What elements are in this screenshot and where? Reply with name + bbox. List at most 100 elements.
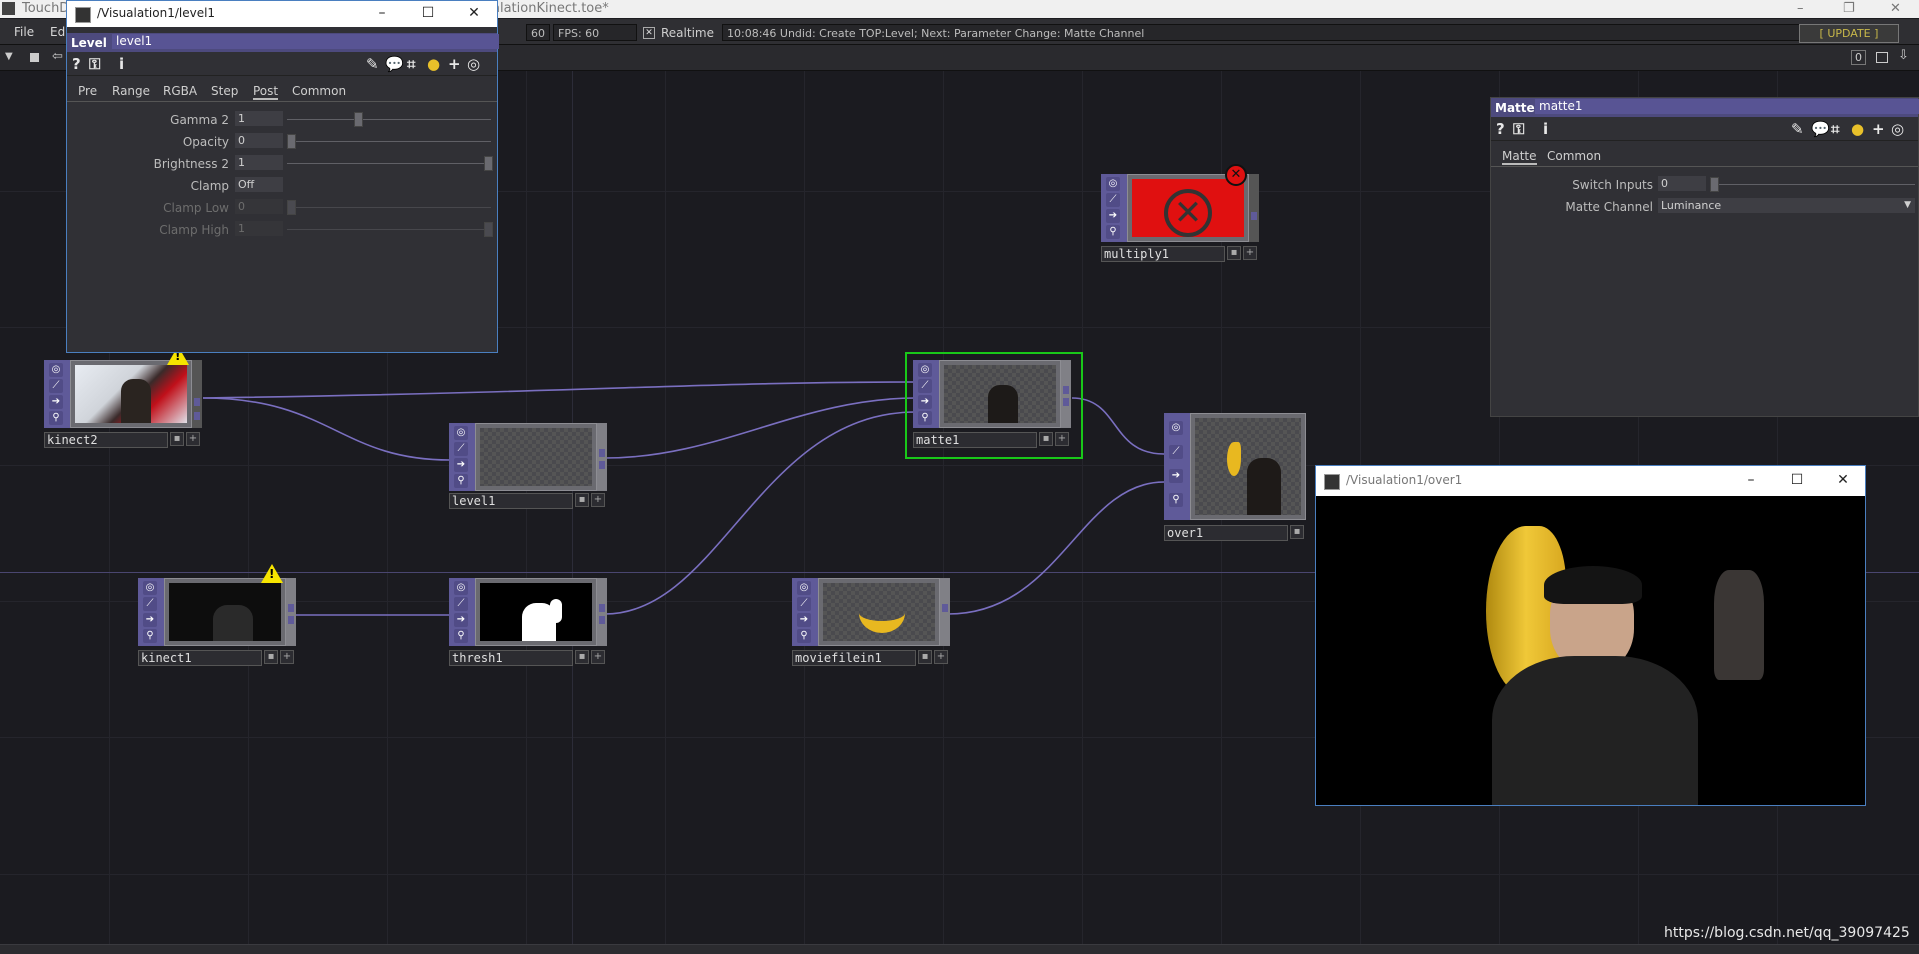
param-gamma2-field[interactable]: 1 [235,111,283,126]
viewer-toggle-icon[interactable]: ▪ [918,650,932,664]
comment-icon[interactable]: 💬 [1811,120,1830,138]
error-icon[interactable]: ✕ [1225,164,1247,186]
help-icon[interactable]: ? [72,55,81,73]
viewer-window[interactable]: /Visualation1/over1 – ☐ ✕ [1315,465,1866,806]
over1-thumbnail [1195,418,1301,515]
viewer-titlebar[interactable]: /Visualation1/over1 – ☐ ✕ [1316,466,1865,496]
matte-channel-value: Luminance [1661,199,1722,212]
python-help-icon[interactable]: ⚿ [1513,120,1524,138]
python-help-icon[interactable]: ⚿ [89,55,100,73]
add-icon[interactable]: + [1243,246,1257,260]
tab-pre[interactable]: Pre [78,84,97,98]
node-label-kinect2[interactable]: kinect2 [44,432,168,448]
kinect1-thumbnail [169,583,281,641]
clamplow-slider[interactable] [287,200,296,215]
param-icons: ? ⚿ i ✎ 💬 ⌗ ● + ◎ [67,53,497,76]
kinect2-thumbnail [75,365,187,423]
tab-post[interactable]: Post [253,84,279,100]
viewer-toggle-icon[interactable]: ▪ [170,432,184,446]
opacity-slider[interactable] [287,134,296,149]
gamma2-slider[interactable] [354,112,363,127]
thresh1-thumbnail [480,583,592,641]
node-label-moviefilein1[interactable]: moviefilein1 [792,650,916,666]
minimize-icon[interactable]: – [1736,470,1766,490]
param-label-matte-channel: Matte Channel [1565,200,1653,214]
comment-icon[interactable]: 💬 [385,55,404,73]
viewer-toggle-icon[interactable]: ▪ [1227,246,1241,260]
param-label-opacity: Opacity [182,135,229,149]
param-clamphigh-field[interactable]: 1 [235,221,283,236]
chevron-down-icon: ▼ [1904,200,1911,210]
op-name-field[interactable]: level1 [112,34,499,49]
close-icon[interactable]: ✕ [459,3,489,23]
matte1-thumbnail [944,365,1056,423]
param-matte-channel-select[interactable]: Luminance ▼ [1658,198,1915,213]
tab-range[interactable]: Range [112,84,150,98]
moviefilein1-thumbnail [823,583,935,641]
multiply1-thumbnail: ✕ [1132,179,1244,237]
param-label-switch-inputs: Switch Inputs [1572,178,1653,192]
add-icon[interactable]: + [186,432,200,446]
add-icon[interactable]: + [591,493,605,507]
add-icon[interactable]: + [1872,120,1885,138]
node-label-level1[interactable]: level1 [449,493,573,509]
info-icon[interactable]: i [119,55,124,73]
viewer-toggle-icon[interactable]: ▪ [1290,525,1304,539]
tab-common[interactable]: Common [1547,149,1601,163]
node-label-matte1[interactable]: matte1 [913,432,1037,448]
help-icon[interactable]: ? [1496,120,1505,138]
info-icon[interactable]: i [1543,120,1548,138]
brightness2-slider[interactable] [484,156,493,171]
param-clamplow-field[interactable]: 0 [235,199,283,214]
param-label-brightness2: Brightness 2 [153,157,229,171]
person-body [1492,656,1698,805]
tab-rgba[interactable]: RGBA [163,84,197,98]
tab-matte[interactable]: Matte [1502,149,1537,165]
maximize-icon[interactable]: ☐ [413,3,443,23]
node-label-multiply1[interactable]: multiply1 [1101,246,1225,262]
minimize-icon[interactable]: – [367,3,397,23]
watermark: https://blog.csdn.net/qq_39097425 [1664,925,1910,941]
maximize-icon[interactable]: ☐ [1782,470,1812,490]
param-clamp-toggle[interactable]: Off [235,177,283,192]
warning-icon[interactable]: ! [261,564,283,583]
edit-icon[interactable]: ✎ [366,55,379,73]
param-label-gamma2: Gamma 2 [170,113,229,127]
paint-icon[interactable]: ⌗ [1831,120,1839,138]
param-brightness2-field[interactable]: 1 [235,155,283,170]
level-parameter-dialog[interactable]: /Visualation1/level1 – ☐ ✕ Level level1 … [66,0,499,353]
dialog-title: /Visualation1/level1 [97,6,216,20]
param-switch-inputs-field[interactable]: 0 [1658,176,1706,191]
viewer-toggle-icon[interactable]: ▪ [575,493,589,507]
add-icon[interactable]: + [448,55,461,73]
add-icon[interactable]: + [591,650,605,664]
matte-parameter-panel[interactable]: Matte matte1 ? ⚿ i ✎ 💬 ⌗ ● + ◎ Matte Com… [1490,97,1919,417]
clamphigh-slider[interactable] [484,222,493,237]
switch-inputs-slider[interactable] [1710,177,1719,192]
param-label-clamplow: Clamp Low [163,201,229,215]
viewer-title: /Visualation1/over1 [1346,473,1463,487]
target-icon[interactable]: ◎ [1891,120,1904,138]
add-icon[interactable]: + [1055,432,1069,446]
viewer-toggle-icon[interactable]: ▪ [575,650,589,664]
node-label-kinect1[interactable]: kinect1 [138,650,262,666]
python-icon[interactable]: ● [1851,120,1864,138]
add-icon[interactable]: + [280,650,294,664]
node-label-over1[interactable]: over1 [1164,525,1288,541]
paint-icon[interactable]: ⌗ [407,55,415,73]
viewer-toggle-icon[interactable]: ▪ [1039,432,1053,446]
viewer-image [1316,496,1865,805]
target-icon[interactable]: ◎ [467,55,480,73]
viewer-toggle-icon[interactable]: ▪ [264,650,278,664]
param-tabs: Pre Range RGBA Step Post Common [67,81,497,102]
add-icon[interactable]: + [934,650,948,664]
python-icon[interactable]: ● [427,55,440,73]
op-name-field[interactable]: matte1 [1535,99,1919,114]
param-opacity-field[interactable]: 0 [235,133,283,148]
tab-common[interactable]: Common [292,84,346,98]
dialog-titlebar[interactable]: /Visualation1/level1 – ☐ ✕ [67,1,497,27]
node-label-thresh1[interactable]: thresh1 [449,650,573,666]
tab-step[interactable]: Step [211,84,238,98]
close-icon[interactable]: ✕ [1828,470,1858,490]
edit-icon[interactable]: ✎ [1791,120,1804,138]
